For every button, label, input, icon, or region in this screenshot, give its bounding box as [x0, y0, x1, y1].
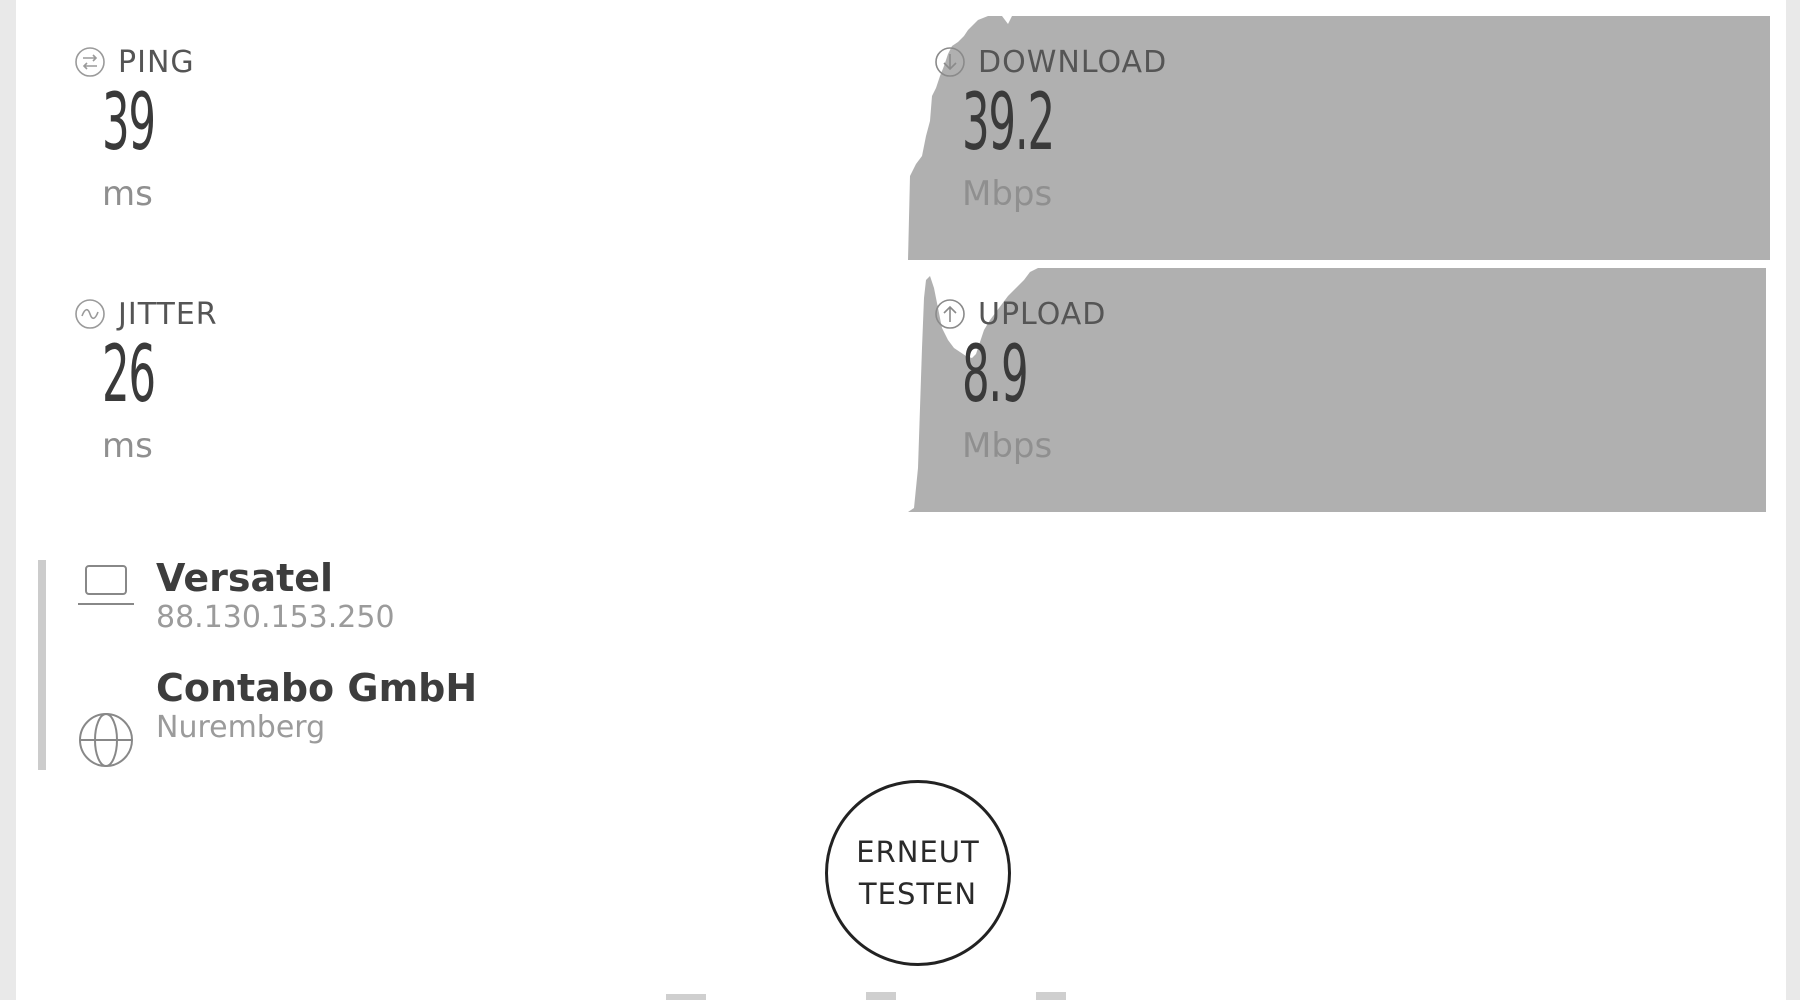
upload-label-row: UPLOAD	[934, 294, 1106, 334]
download-label: DOWNLOAD	[978, 44, 1168, 80]
ping-icon	[75, 47, 105, 77]
download-metric: DOWNLOAD 39.2 Mbps	[934, 42, 1434, 242]
isp-name: Versatel	[156, 556, 334, 600]
jitter-label-row: JITTER	[74, 294, 218, 334]
results-panel: PING 39 ms DOWNLOAD 39.2 Mbps JITTER 26 …	[16, 0, 1786, 1000]
ping-label: PING	[118, 44, 195, 80]
cutoff-content	[666, 992, 1066, 1000]
download-value: 39.2	[962, 78, 1055, 168]
upload-unit: Mbps	[962, 426, 1053, 466]
jitter-value: 26	[102, 330, 156, 420]
upload-value: 8.9	[962, 330, 1029, 420]
download-label-row: DOWNLOAD	[934, 42, 1167, 82]
retest-label: ERNEUT TESTEN	[843, 831, 993, 915]
retest-label-line2: TESTEN	[858, 877, 978, 911]
ping-metric: PING 39 ms	[74, 42, 574, 242]
jitter-metric: JITTER 26 ms	[74, 294, 574, 494]
server-location: Nuremberg	[156, 710, 326, 745]
download-arrow-icon	[935, 47, 965, 77]
upload-metric: UPLOAD 8.9 Mbps	[934, 294, 1434, 494]
ping-label-row: PING	[74, 42, 195, 82]
upload-label: UPLOAD	[978, 296, 1107, 332]
download-unit: Mbps	[962, 174, 1053, 214]
globe-icon	[79, 713, 133, 767]
ping-value: 39	[102, 78, 156, 168]
jitter-icon	[75, 299, 105, 329]
server-host: Contabo GmbH	[156, 666, 478, 710]
jitter-label: JITTER	[118, 296, 218, 332]
jitter-unit: ms	[102, 426, 153, 466]
retest-label-line1: ERNEUT	[856, 835, 980, 869]
client-ip: 88.130.153.250	[156, 600, 395, 635]
connection-info: Versatel 88.130.153.250 Contabo GmbH Nur…	[38, 556, 646, 770]
upload-arrow-icon	[935, 299, 965, 329]
laptop-icon	[78, 565, 134, 605]
retest-button[interactable]: ERNEUT TESTEN	[825, 780, 1011, 966]
ping-unit: ms	[102, 174, 153, 214]
